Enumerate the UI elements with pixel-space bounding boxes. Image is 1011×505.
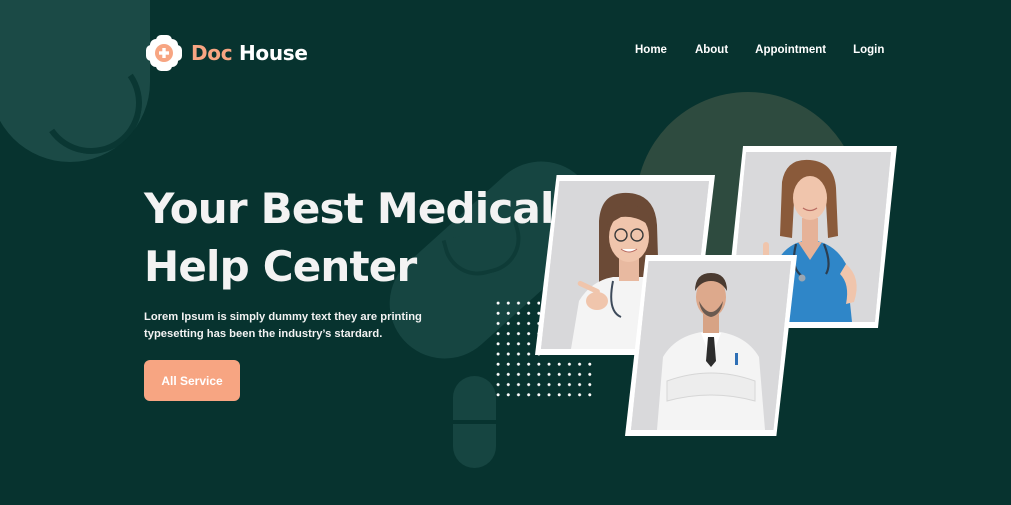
- nav-login-link[interactable]: Login: [853, 44, 884, 56]
- brand-logo[interactable]: Doc House: [144, 32, 308, 74]
- medical-cross-icon: [144, 33, 184, 73]
- hero-section: Doc House Home About Appointment Login Y…: [0, 0, 1011, 505]
- brand-name-part2: House: [238, 41, 308, 65]
- hero-description: Lorem Ipsum is simply dummy text they ar…: [144, 311, 422, 340]
- hero-headline-line1: Your Best Medical: [144, 184, 554, 233]
- decorative-capsule-small: [453, 376, 496, 468]
- doctor-photo-male: [625, 255, 797, 436]
- hero-headline-line2: Help Center: [144, 242, 417, 291]
- all-service-button[interactable]: All Service: [144, 360, 240, 401]
- nav-appointment-link[interactable]: Appointment: [755, 44, 826, 56]
- hero-headline: Your Best Medical Help Center: [144, 180, 564, 296]
- nav-home-link[interactable]: Home: [635, 44, 667, 56]
- brand-name: Doc House: [191, 41, 308, 65]
- brand-name-part1: Doc: [191, 41, 233, 65]
- main-nav: Home About Appointment Login: [627, 44, 884, 56]
- nav-about-link[interactable]: About: [695, 44, 728, 56]
